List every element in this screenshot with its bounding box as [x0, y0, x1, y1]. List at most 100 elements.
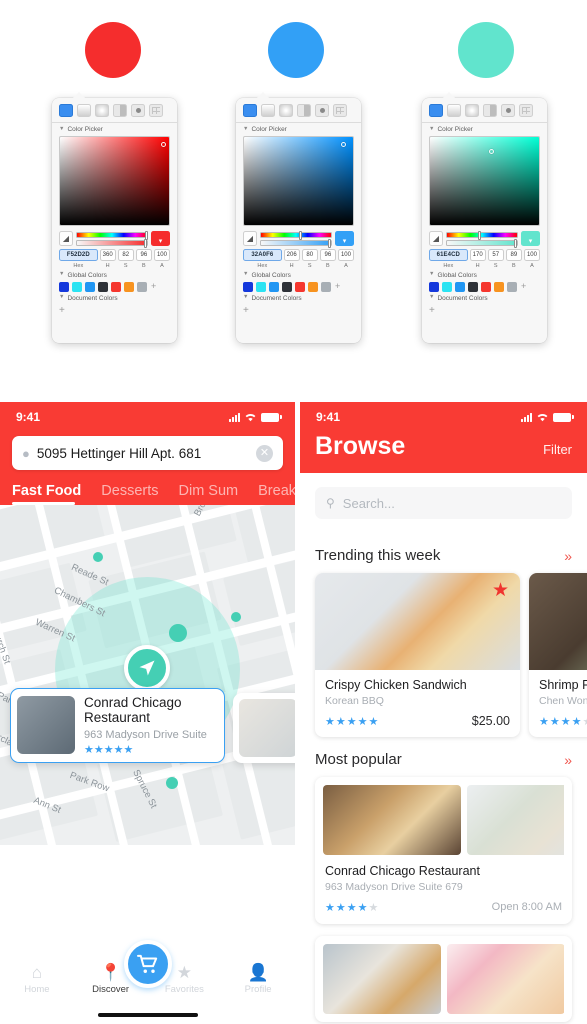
saturation-field[interactable]: 80 S [301, 249, 318, 269]
saturation-field[interactable]: 82 S [117, 249, 134, 269]
global-color-swatch[interactable] [321, 281, 331, 292]
solid-fill-icon[interactable] [243, 104, 257, 117]
image-fill-icon[interactable] [149, 104, 163, 117]
tab-home[interactable]: ⌂ Home [0, 964, 74, 995]
add-global-color-button[interactable]: + [335, 282, 340, 291]
chevron-double-right-icon[interactable]: » [564, 752, 572, 768]
blue-swatch[interactable] [268, 22, 324, 78]
global-colors-row[interactable]: + [52, 281, 177, 292]
slider-row[interactable]: ◢ ▾ [52, 226, 177, 249]
food-card[interactable]: ★ Crispy Chicken Sandwich Korean BBQ ★ ★ ★… [315, 573, 520, 737]
global-color-swatch[interactable] [59, 281, 69, 292]
alpha-slider[interactable] [260, 239, 332, 248]
pattern-fill-icon[interactable] [131, 104, 145, 117]
alpha-field[interactable]: 100 A [153, 249, 170, 269]
saturation-brightness-box[interactable] [243, 136, 354, 226]
map-restaurant-card[interactable]: Conrad Chicago Restaurant 963 Madyson Dri… [10, 687, 225, 763]
hex-field[interactable]: 61E4CD Hex [429, 249, 468, 269]
brightness-field[interactable]: 89 B [505, 249, 522, 269]
color-fields-row[interactable]: F52D2D Hex 360 H 82 S 96 B 100 A [52, 249, 177, 269]
pattern-fill-icon[interactable] [315, 104, 329, 117]
pattern-fill-icon[interactable] [501, 104, 515, 117]
hue-value[interactable]: 360 [99, 249, 116, 261]
image-fill-icon[interactable] [333, 104, 347, 117]
restaurant-card[interactable]: Conrad Chicago Restaurant 963 Madyson Dr… [315, 777, 572, 924]
search-input[interactable]: ⚲ Search... [315, 487, 572, 519]
category-tabs[interactable]: Fast Food Desserts Dim Sum Breakfast [0, 470, 295, 505]
trending-carousel[interactable]: ★ Crispy Chicken Sandwich Korean BBQ ★ ★ ★… [300, 573, 587, 737]
add-document-color-button[interactable]: + [52, 304, 177, 318]
slider-row[interactable]: ◢ ▾ [422, 226, 547, 249]
global-color-swatch[interactable] [468, 281, 478, 292]
eyedropper-icon[interactable]: ◢ [243, 231, 257, 246]
sat-handle[interactable] [161, 142, 167, 148]
navigation-arrow-icon[interactable] [124, 645, 170, 691]
hue-field[interactable]: 170 H [469, 249, 486, 269]
bottom-tab-bar[interactable]: ⌂ Home 📍 Discover ★ Favorites 👤 Profile [0, 940, 295, 1024]
category-tab-desserts[interactable]: Desserts [101, 483, 158, 505]
color-fields-row[interactable]: 32A0F6 Hex 206 H 80 S 96 B 100 A [236, 249, 361, 269]
teal-swatch[interactable] [458, 22, 514, 78]
add-document-color-button[interactable]: + [236, 304, 361, 318]
brightness-value[interactable]: 96 [135, 249, 152, 261]
fill-type-toolbar[interactable] [236, 98, 361, 123]
color-preview-button[interactable]: ▾ [151, 231, 170, 246]
hue-slider[interactable] [260, 231, 332, 240]
color-picker-section-header[interactable]: ▼ Color Picker [236, 123, 361, 135]
red-swatch[interactable] [85, 22, 141, 78]
global-color-swatch[interactable] [85, 281, 95, 292]
brightness-field[interactable]: 96 B [135, 249, 152, 269]
global-color-swatch[interactable] [124, 281, 134, 292]
alpha-slider[interactable] [76, 239, 148, 248]
global-color-swatch[interactable] [282, 281, 292, 292]
hex-value[interactable]: 32A0F6 [243, 249, 282, 261]
saturation-value[interactable]: 82 [117, 249, 134, 261]
color-picker-section-header[interactable]: ▼ Color Picker [422, 123, 547, 135]
global-color-swatch[interactable] [98, 281, 108, 292]
alpha-field[interactable]: 100 A [337, 249, 354, 269]
global-colors-row[interactable]: + [422, 281, 547, 292]
global-color-swatch[interactable] [256, 281, 266, 292]
saturation-field[interactable]: 57 S [487, 249, 504, 269]
global-color-swatch[interactable] [137, 281, 147, 292]
hex-field[interactable]: 32A0F6 Hex [243, 249, 282, 269]
saturation-brightness-box[interactable] [59, 136, 170, 226]
document-colors-section-header[interactable]: ▼ Document Colors [422, 292, 547, 304]
sat-handle[interactable] [341, 142, 346, 148]
saturation-value[interactable]: 57 [487, 249, 504, 261]
brightness-field[interactable]: 96 B [319, 249, 336, 269]
map-poi-marker[interactable] [169, 624, 187, 642]
category-tab-fast-food[interactable]: Fast Food [12, 483, 81, 505]
global-color-swatch[interactable] [429, 281, 439, 292]
address-search-field[interactable]: ● 5095 Hettinger Hill Apt. 681 ✕ [12, 436, 283, 470]
global-color-swatch[interactable] [494, 281, 504, 292]
hue-field[interactable]: 360 H [99, 249, 116, 269]
alpha-value[interactable]: 100 [153, 249, 170, 261]
alpha-field[interactable]: 100 A [523, 249, 540, 269]
tab-profile[interactable]: 👤 Profile [221, 964, 295, 995]
category-tab-breakfast[interactable]: Breakfast [258, 483, 295, 505]
add-global-color-button[interactable]: + [521, 282, 526, 291]
global-color-swatch[interactable] [507, 281, 517, 292]
linear-gradient-icon[interactable] [261, 104, 275, 117]
brightness-value[interactable]: 89 [505, 249, 522, 261]
category-tab-dim-sum[interactable]: Dim Sum [179, 483, 239, 505]
angular-gradient-icon[interactable] [483, 104, 497, 117]
global-color-swatch[interactable] [111, 281, 121, 292]
global-color-swatch[interactable] [442, 281, 452, 292]
shopping-cart-icon[interactable] [123, 940, 172, 988]
filter-button[interactable]: Filter [543, 442, 572, 461]
hex-field[interactable]: F52D2D Hex [59, 249, 98, 269]
document-colors-section-header[interactable]: ▼ Document Colors [236, 292, 361, 304]
color-picker-panel-red[interactable]: ▼ Color Picker ◢ ▾ F52D2D Hex 360 H 82 S… [52, 92, 177, 343]
slider-row[interactable]: ◢ ▾ [236, 226, 361, 249]
clear-icon[interactable]: ✕ [256, 444, 273, 462]
eyedropper-icon[interactable]: ◢ [429, 231, 443, 246]
radial-gradient-icon[interactable] [465, 104, 479, 117]
solid-fill-icon[interactable] [429, 104, 443, 117]
brightness-value[interactable]: 96 [319, 249, 336, 261]
image-fill-icon[interactable] [519, 104, 533, 117]
color-preview-button[interactable]: ▾ [521, 231, 540, 246]
color-preview-button[interactable]: ▾ [335, 231, 354, 246]
fill-type-toolbar[interactable] [422, 98, 547, 123]
